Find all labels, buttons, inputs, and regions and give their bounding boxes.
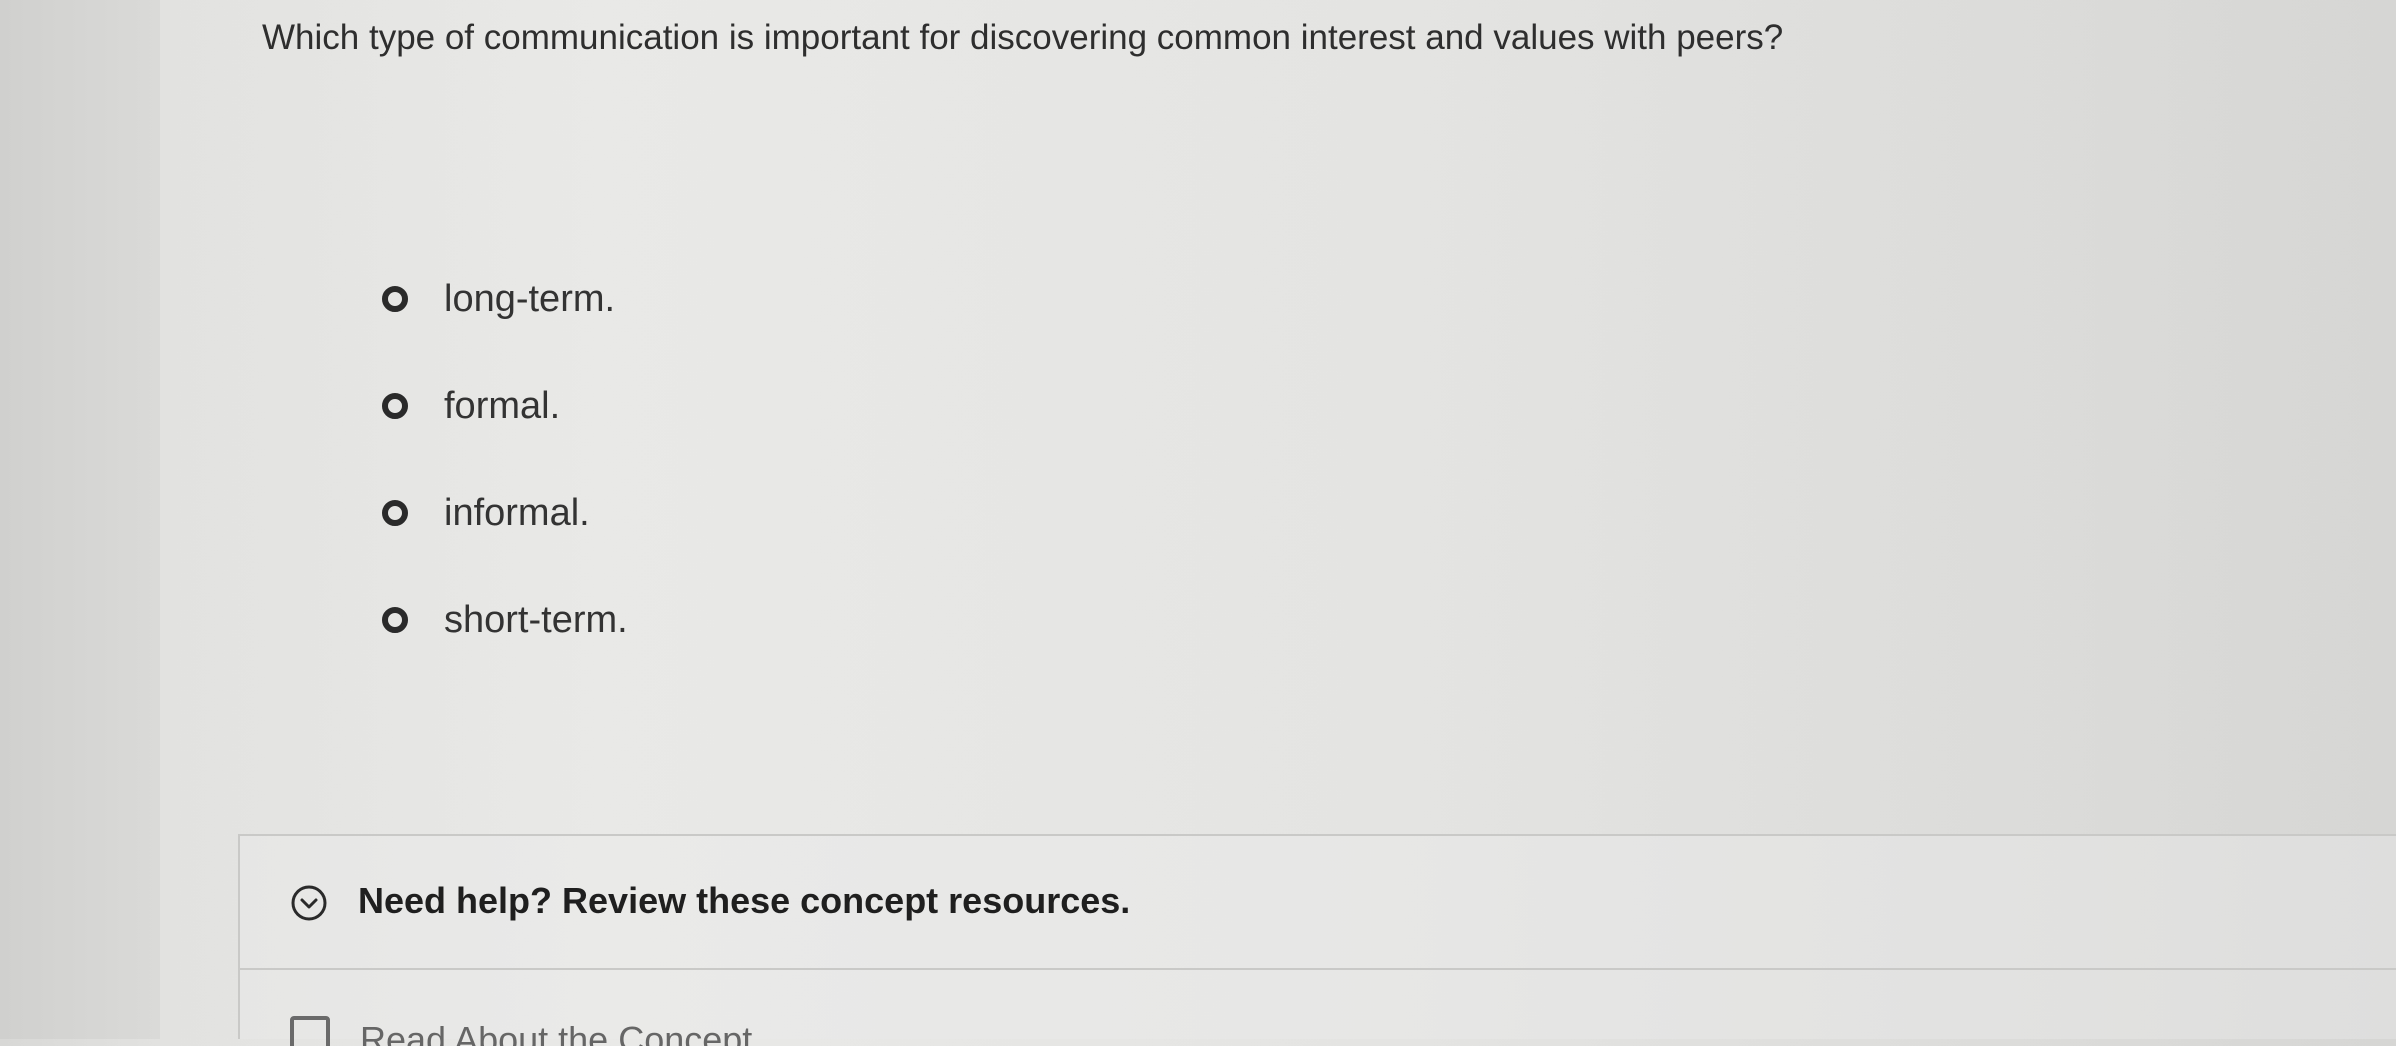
choice-formal[interactable]: formal. — [382, 375, 628, 437]
radio-button[interactable] — [382, 500, 408, 526]
choice-short-term[interactable]: short-term. — [382, 589, 628, 651]
book-icon — [290, 1016, 330, 1046]
resource-label: Read About the Concept — [360, 1019, 753, 1046]
choice-label: short-term. — [444, 598, 628, 641]
answer-choices: long-term. formal. informal. short-term. — [382, 268, 628, 696]
radio-button[interactable] — [382, 286, 408, 312]
help-label: Need help? Review these concept resource… — [358, 880, 1131, 921]
radio-button[interactable] — [382, 393, 408, 419]
chevron-down-circle-icon — [291, 885, 327, 921]
left-margin — [0, 0, 160, 1039]
resource-item[interactable]: Read About the Concept — [290, 1016, 752, 1046]
radio-button[interactable] — [382, 607, 408, 633]
choice-informal[interactable]: informal. — [382, 482, 628, 544]
choice-label: formal. — [444, 384, 561, 427]
choice-long-term[interactable]: long-term. — [382, 268, 628, 330]
help-panel: Need help? Review these concept resource… — [238, 834, 2396, 1046]
choice-label: informal. — [444, 491, 590, 534]
help-toggle[interactable]: Need help? Review these concept resource… — [240, 836, 2396, 970]
question-text: Which type of communication is important… — [262, 18, 1784, 57]
choice-label: long-term. — [444, 277, 616, 320]
